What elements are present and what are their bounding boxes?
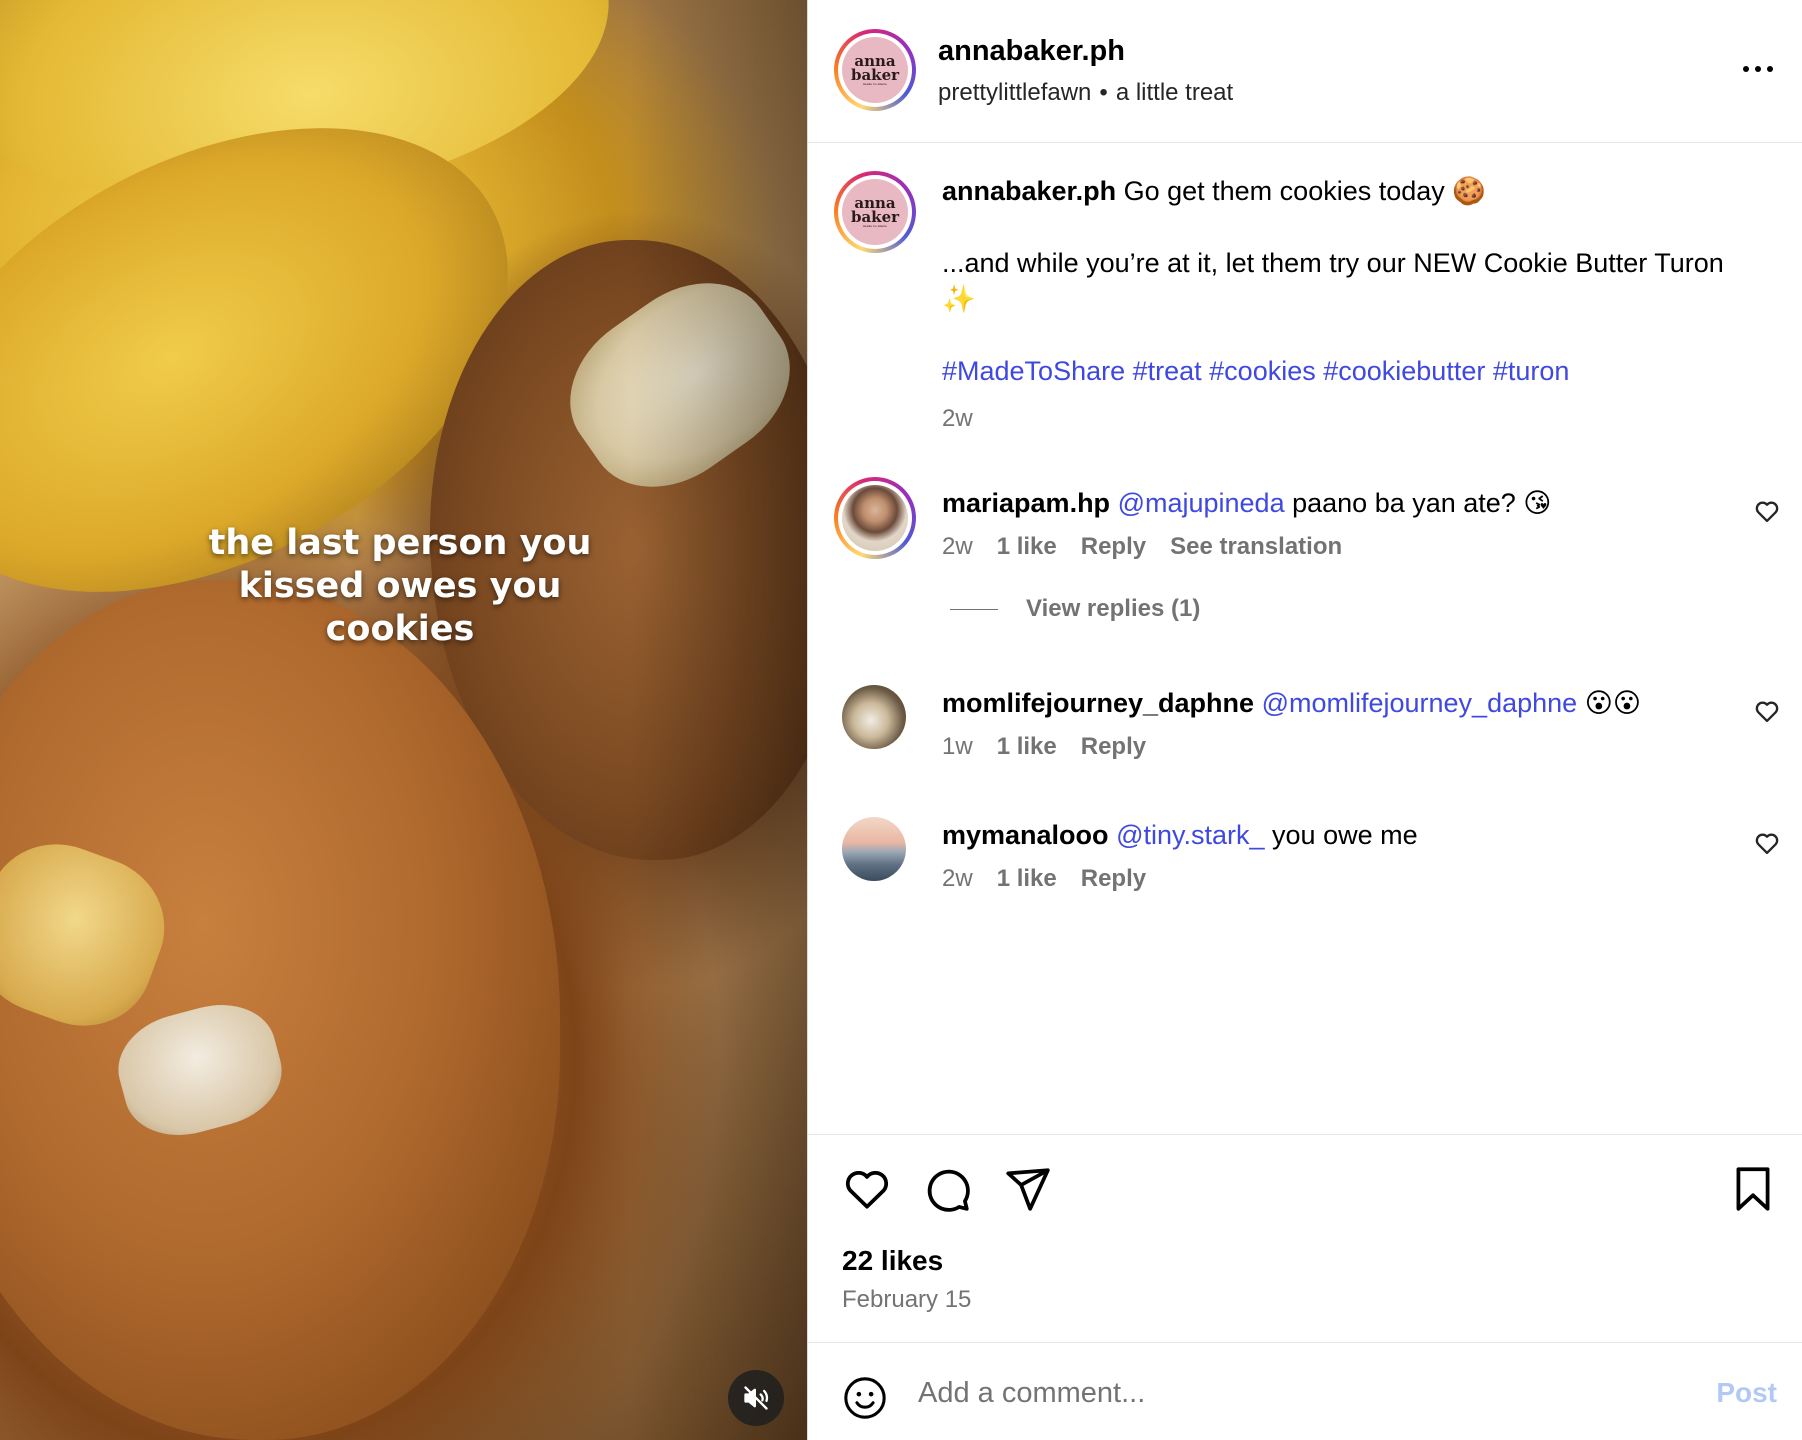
audio-name[interactable]: a little treat: [1116, 79, 1233, 106]
comment-input[interactable]: [918, 1371, 1678, 1415]
post-comment-button[interactable]: Post: [1716, 1377, 1777, 1409]
caption-line-2: ...and while you’re at it, let them try …: [942, 248, 1724, 314]
emoji-icon[interactable]: [842, 1375, 888, 1421]
comment-reply-button[interactable]: Reply: [1081, 865, 1146, 893]
comment-username[interactable]: mariapam.hp: [942, 488, 1110, 518]
comment-body: 😮😮: [1584, 688, 1641, 718]
likes-count[interactable]: 22 likes: [842, 1245, 943, 1277]
caption-text: annabaker.ph Go get them cookies today 🍪…: [942, 173, 1732, 389]
caption-avatar[interactable]: anna baker made to share: [834, 171, 916, 253]
view-replies-button[interactable]: View replies (1): [950, 595, 1200, 623]
comment-bar: Post: [808, 1342, 1802, 1440]
more-options-icon: [1743, 66, 1773, 72]
mute-icon: [744, 1386, 769, 1410]
comment-username[interactable]: mymanalooo: [942, 820, 1109, 850]
comment-icon[interactable]: [922, 1164, 972, 1214]
comment-meta: 2w 1 like Reply See translation: [942, 533, 1342, 561]
comment-body: you owe me: [1272, 820, 1418, 850]
comment-username[interactable]: momlifejourney_daphne: [942, 688, 1254, 718]
caption-username[interactable]: annabaker.ph: [942, 176, 1116, 206]
author-avatar[interactable]: anna baker made to share: [834, 29, 916, 111]
media-shade: [0, 0, 807, 1440]
header-subline: prettylittlefawn • a little treat: [938, 79, 1234, 106]
comment-meta: 1w 1 like Reply: [942, 733, 1146, 761]
caption-line-1: Go get them cookies today 🍪: [1123, 176, 1486, 206]
comment-time[interactable]: 2w: [942, 533, 973, 561]
post-side-panel: anna baker made to share annabaker.ph pr…: [807, 0, 1802, 1440]
bookmark-icon[interactable]: [1728, 1164, 1778, 1214]
caption-timestamp[interactable]: 2w: [942, 405, 973, 433]
comment-body: paano ba yan ate? 😘: [1292, 488, 1552, 518]
annabaker-logo: anna baker made to share: [842, 37, 908, 103]
comment-heart-icon[interactable]: [1753, 697, 1781, 725]
actions-divider: [808, 1134, 1802, 1135]
comment-reply-button[interactable]: Reply: [1081, 533, 1146, 561]
comment-reply-button[interactable]: Reply: [1081, 733, 1146, 761]
comment-time[interactable]: 2w: [942, 865, 973, 893]
more-options-button[interactable]: [1743, 60, 1773, 78]
see-translation-button[interactable]: See translation: [1170, 533, 1342, 561]
comment-likes[interactable]: 1 like: [997, 533, 1057, 561]
comment-likes[interactable]: 1 like: [997, 733, 1057, 761]
collab-username[interactable]: prettylittlefawn: [938, 79, 1091, 106]
comment-time[interactable]: 1w: [942, 733, 973, 761]
post-media[interactable]: the last person you kissed owes you cook…: [0, 0, 807, 1440]
comment-likes[interactable]: 1 like: [997, 865, 1057, 893]
comment-heart-icon[interactable]: [1753, 497, 1781, 525]
mute-button[interactable]: [728, 1370, 784, 1426]
comment-mention[interactable]: @tiny.stark_: [1116, 820, 1264, 850]
commenter-avatar[interactable]: [834, 477, 916, 559]
commenter-photo: [842, 485, 908, 551]
caption-hashtags[interactable]: #MadeToShare #treat #cookies #cookiebutt…: [942, 353, 1732, 389]
post-header: anna baker made to share annabaker.ph pr…: [808, 0, 1802, 143]
comment-text: momlifejourney_daphne @momlifejourney_da…: [942, 685, 1702, 721]
comment-text: mariapam.hp @majupineda paano ba yan ate…: [942, 485, 1702, 521]
commenter-avatar[interactable]: [842, 817, 906, 881]
author-username[interactable]: annabaker.ph: [938, 35, 1125, 68]
comment-mention[interactable]: @majupineda: [1118, 488, 1285, 518]
comment-heart-icon[interactable]: [1753, 829, 1781, 857]
share-icon[interactable]: [1002, 1164, 1052, 1214]
heart-icon[interactable]: [842, 1164, 892, 1214]
post-date[interactable]: February 15: [842, 1286, 971, 1314]
commenter-avatar[interactable]: [842, 685, 906, 749]
annabaker-logo: anna baker made to share: [842, 179, 908, 245]
comment-text: mymanalooo @tiny.stark_ you owe me: [942, 817, 1702, 853]
video-overlay-text: the last person you kissed owes you cook…: [208, 523, 592, 649]
comment-meta: 2w 1 like Reply: [942, 865, 1146, 893]
comment-mention[interactable]: @momlifejourney_daphne: [1262, 688, 1578, 718]
